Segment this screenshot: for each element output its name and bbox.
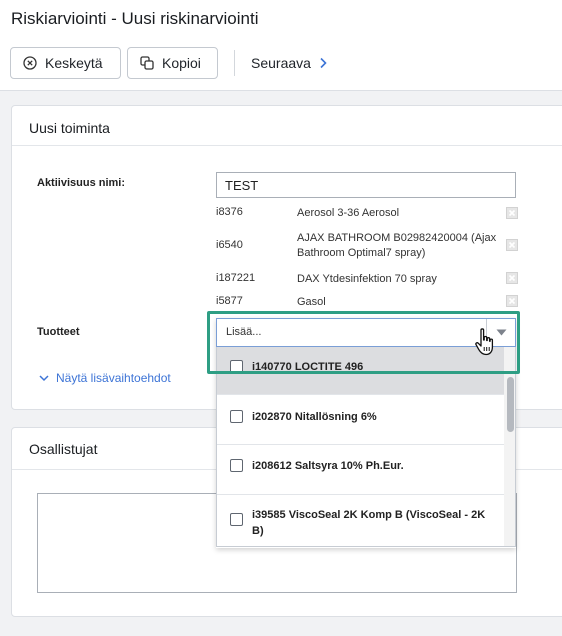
option-checkbox[interactable] (230, 513, 243, 526)
next-label: Seuraava (251, 55, 311, 71)
remove-product-button[interactable] (506, 239, 518, 251)
product-name: DAX Ytdesinfektion 70 spray (297, 273, 437, 285)
close-icon (508, 209, 516, 217)
product-code: i6540 (216, 239, 243, 251)
remove-product-button[interactable] (506, 295, 518, 307)
option-checkbox[interactable] (230, 410, 243, 423)
hand-pointer-icon (475, 328, 494, 356)
close-icon (508, 241, 516, 249)
product-name: AJAX BATHROOM B02982420004 (Ajax Bathroo… (297, 232, 497, 259)
close-icon (508, 274, 516, 282)
top-bar: Riskiarviointi - Uusi riskinarviointi Ke… (0, 0, 562, 91)
close-icon (508, 297, 516, 305)
remove-product-button[interactable] (506, 207, 518, 219)
toolbar-divider (234, 50, 235, 76)
show-more-options-link[interactable]: Näytä lisävaihtoehdot (39, 371, 171, 385)
dropdown-option[interactable]: i208612 Saltsyra 10% Ph.Eur. (217, 445, 504, 495)
products-label: Tuotteet (37, 326, 80, 338)
activity-name-label: Aktiivisuus nimi: (37, 177, 126, 189)
cancel-button[interactable]: Keskeytä (10, 47, 121, 79)
option-checkbox[interactable] (230, 459, 243, 472)
remove-product-button[interactable] (506, 272, 518, 284)
chevron-down-icon (39, 374, 49, 381)
option-label: i208612 Saltsyra 10% Ph.Eur. (252, 460, 404, 472)
product-name: Aerosol 3-36 Aerosol (297, 207, 400, 219)
product-select-input[interactable]: Lisää... (216, 318, 516, 347)
option-label: i39585 ViscoSeal 2K Komp B (ViscoSeal - … (252, 509, 486, 537)
dropdown-option[interactable]: i202870 Nitallösning 6% (217, 395, 504, 445)
chevron-right-icon (320, 57, 327, 69)
option-label: i202870 Nitallösning 6% (252, 411, 377, 423)
dropdown-scrollbar-thumb[interactable] (507, 377, 514, 432)
product-options-list[interactable]: i140770 LOCTITE 496 i202870 Nitallösning… (216, 347, 516, 547)
product-code: i5877 (216, 295, 243, 307)
cancel-label: Keskeytä (45, 55, 103, 71)
page-title: Riskiarviointi - Uusi riskinarviointi (11, 9, 259, 28)
product-code: i8376 (216, 206, 243, 218)
product-name: Gasol (297, 296, 326, 308)
option-label: i140770 LOCTITE 496 (252, 361, 364, 373)
copy-button[interactable]: Kopioi (127, 47, 218, 79)
activity-name-input[interactable] (216, 172, 516, 198)
product-select-placeholder: Lisää... (226, 326, 262, 338)
close-circle-icon (23, 56, 37, 70)
show-more-options-label: Näytä lisävaihtoehdot (56, 371, 171, 385)
copy-icon (140, 56, 154, 70)
dropdown-option[interactable]: i39585 ViscoSeal 2K Komp B (ViscoSeal - … (217, 495, 504, 546)
dropdown-option[interactable]: i140770 LOCTITE 496 (217, 347, 504, 395)
option-checkbox[interactable] (230, 360, 243, 373)
activity-card-title: Uusi toiminta (12, 106, 562, 146)
product-code: i187221 (216, 272, 256, 284)
copy-label: Kopioi (162, 55, 201, 71)
next-button[interactable]: Seuraava (251, 55, 327, 71)
